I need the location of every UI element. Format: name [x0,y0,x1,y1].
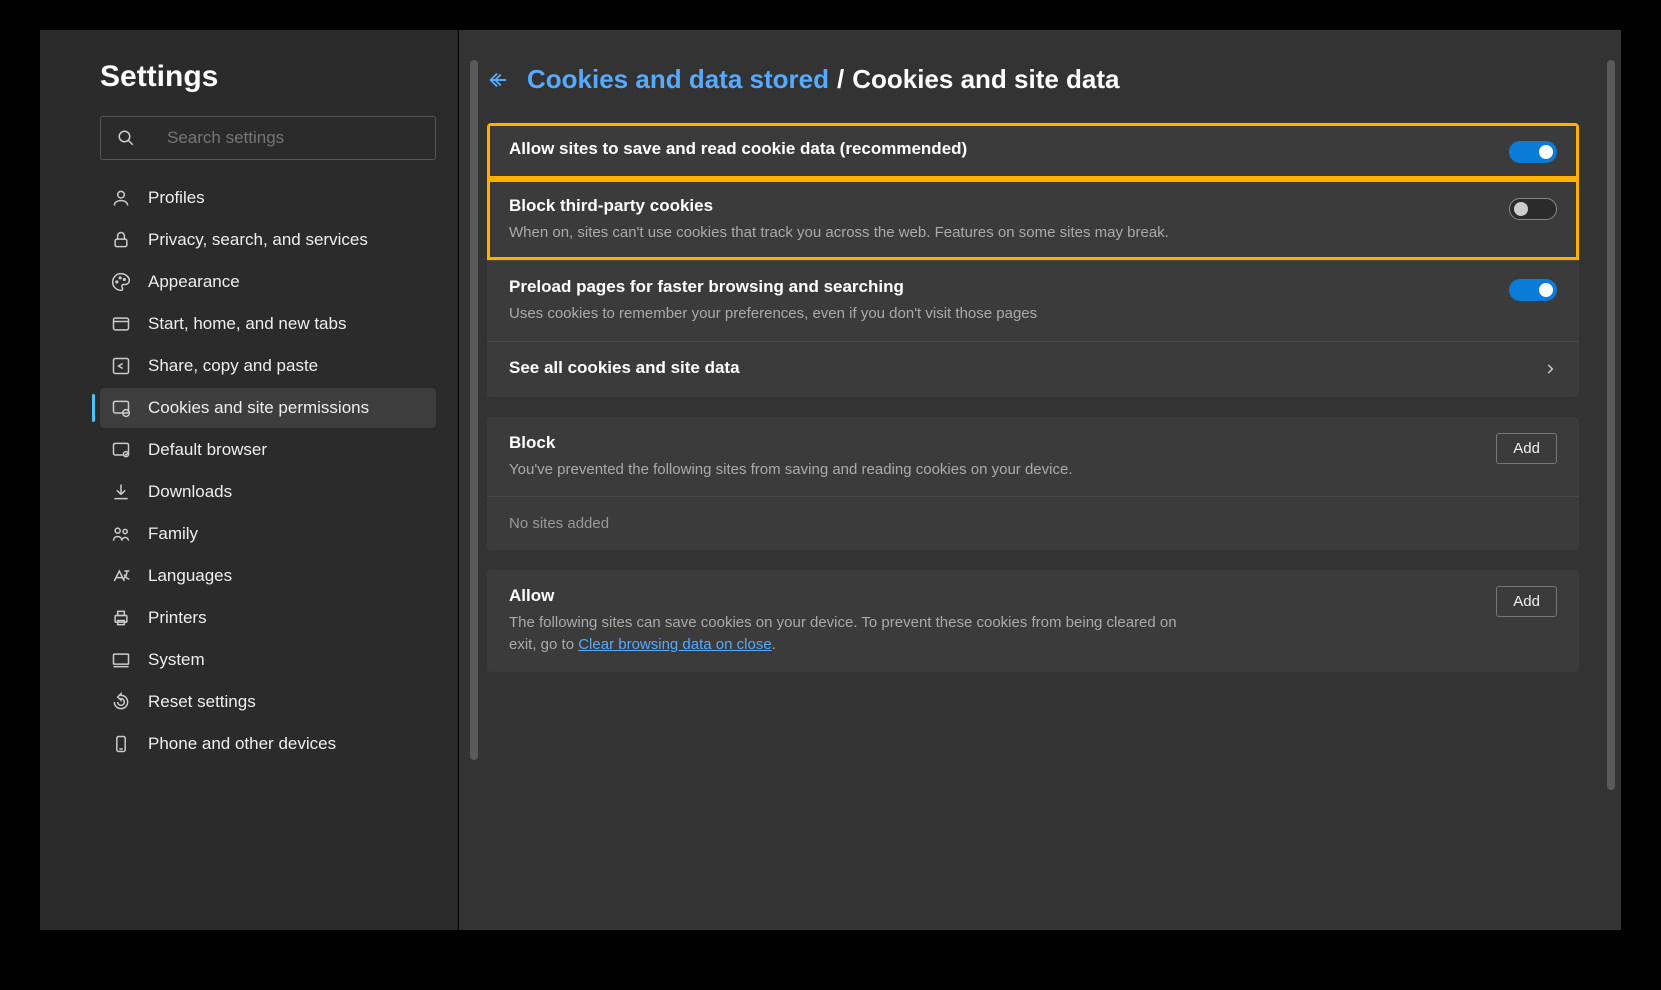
block-third-party-title: Block third-party cookies [509,196,1169,216]
settings-title: Settings [100,60,436,94]
sidebar-item-label: Printers [148,608,207,628]
sidebar-item-reset[interactable]: Reset settings [100,682,436,722]
sidebar-item-printers[interactable]: Printers [100,598,436,638]
block-title: Block [509,433,1072,453]
browser-icon [110,439,132,461]
block-third-party-desc: When on, sites can't use cookies that tr… [509,222,1169,244]
allow-add-button[interactable]: Add [1496,586,1557,617]
sidebar-item-label: System [148,650,205,670]
sidebar-item-start[interactable]: Start, home, and new tabs [100,304,436,344]
sidebar-item-appearance[interactable]: Appearance [100,262,436,302]
search-icon [115,127,137,149]
block-add-button[interactable]: Add [1496,433,1557,464]
sidebar-item-label: Profiles [148,188,205,208]
languages-icon [110,565,132,587]
share-icon [110,355,132,377]
reset-icon [110,691,132,713]
allow-title: Allow [509,586,1189,606]
sidebar-item-cookies[interactable]: Cookies and site permissions [100,388,436,428]
sidebar-item-label: Cookies and site permissions [148,398,369,418]
printer-icon [110,607,132,629]
sidebar-item-default-browser[interactable]: Default browser [100,430,436,470]
search-settings-box[interactable] [100,116,436,160]
breadcrumb-parent-link[interactable]: Cookies and data stored [527,64,829,95]
see-all-cookies-row[interactable]: See all cookies and site data [487,341,1579,397]
sidebar-item-privacy[interactable]: Privacy, search, and services [100,220,436,260]
allow-desc: The following sites can save cookies on … [509,612,1189,656]
allow-desc-post: . [772,636,776,653]
sidebar-item-label: Reset settings [148,692,256,712]
see-all-cookies-title: See all cookies and site data [509,358,740,378]
block-empty-state: No sites added [487,496,1579,550]
breadcrumb: Cookies and data stored / Cookies and si… [487,64,1579,95]
content-scrollbar[interactable] [1607,60,1615,790]
block-third-party-row: Block third-party cookies When on, sites… [487,179,1579,260]
paint-icon [110,271,132,293]
allow-cookies-row: Allow sites to save and read cookie data… [487,123,1579,179]
family-icon [110,523,132,545]
breadcrumb-separator: / [837,64,844,95]
sidebar-scrollbar[interactable] [470,60,478,760]
sidebar-item-label: Phone and other devices [148,734,336,754]
settings-window: Settings Profiles Privacy, search, and s… [40,30,1621,930]
cookie-settings-card: Allow sites to save and read cookie data… [487,123,1579,397]
sidebar-item-label: Start, home, and new tabs [148,314,346,334]
sidebar-item-phone[interactable]: Phone and other devices [100,724,436,764]
block-desc: You've prevented the following sites fro… [509,459,1072,481]
block-third-party-toggle[interactable] [1509,198,1557,220]
back-button[interactable] [487,69,509,91]
sidebar-item-downloads[interactable]: Downloads [100,472,436,512]
allow-header-row: Allow The following sites can save cooki… [487,570,1579,672]
sidebar-item-system[interactable]: System [100,640,436,680]
block-header-row: Block You've prevented the following sit… [487,417,1579,497]
block-sites-card: Block You've prevented the following sit… [487,417,1579,551]
allow-cookies-title: Allow sites to save and read cookie data… [509,139,967,159]
search-settings-input[interactable] [167,128,421,148]
sidebar-item-family[interactable]: Family [100,514,436,554]
sidebar-item-share[interactable]: Share, copy and paste [100,346,436,386]
preload-toggle[interactable] [1509,279,1557,301]
download-icon [110,481,132,503]
sidebar-item-label: Privacy, search, and services [148,230,368,250]
breadcrumb-current: Cookies and site data [852,64,1119,95]
sidebar-item-label: Default browser [148,440,267,460]
allow-cookies-toggle[interactable] [1509,141,1557,163]
sidebar-item-label: Share, copy and paste [148,356,318,376]
allow-sites-card: Allow The following sites can save cooki… [487,570,1579,672]
tabs-icon [110,313,132,335]
preload-row: Preload pages for faster browsing and se… [487,260,1579,341]
sidebar-item-label: Downloads [148,482,232,502]
phone-icon [110,733,132,755]
clear-browsing-data-link[interactable]: Clear browsing data on close [578,636,771,653]
cookie-permissions-icon [110,397,132,419]
settings-content: Cookies and data stored / Cookies and si… [459,30,1621,930]
sidebar-item-label: Appearance [148,272,240,292]
settings-sidebar: Settings Profiles Privacy, search, and s… [40,30,458,930]
preload-title: Preload pages for faster browsing and se… [509,277,1037,297]
chevron-right-icon [1543,362,1557,381]
preload-desc: Uses cookies to remember your preference… [509,303,1037,325]
system-icon [110,649,132,671]
sidebar-item-label: Languages [148,566,232,586]
sidebar-item-profiles[interactable]: Profiles [100,178,436,218]
sidebar-item-languages[interactable]: Languages [100,556,436,596]
profile-icon [110,187,132,209]
sidebar-item-label: Family [148,524,198,544]
lock-icon [110,229,132,251]
